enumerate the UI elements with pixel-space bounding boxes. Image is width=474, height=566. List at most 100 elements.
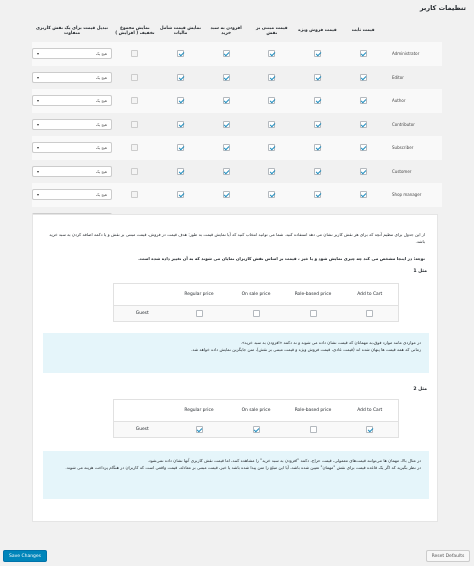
show-discount-checkbox[interactable]	[131, 191, 139, 199]
ex2-header-empty	[113, 399, 171, 422]
role-name: Customer	[392, 168, 412, 174]
ex1-cart-checkbox[interactable]	[366, 310, 374, 317]
add-to-cart-checkbox[interactable]	[222, 191, 230, 199]
ex2-header-sale: On sale price	[227, 399, 285, 422]
show-discount-checkbox[interactable]	[131, 73, 139, 81]
show-discount-checkbox[interactable]	[131, 50, 139, 58]
convert-role-select[interactable]: ▾ هیچ یک	[32, 95, 112, 107]
regular-price-checkbox[interactable]	[359, 144, 367, 152]
regular-price-checkbox[interactable]	[359, 73, 367, 81]
page-title: تنظیمات کاربر	[419, 4, 466, 12]
ex1-header-sale: On sale price	[227, 283, 285, 306]
sale-price-checkbox[interactable]	[313, 120, 321, 128]
show-discount-checkbox[interactable]	[131, 97, 139, 105]
chevron-down-icon: ▾	[37, 192, 40, 198]
add-to-cart-checkbox[interactable]	[222, 50, 230, 58]
role-name: Subscriber	[386, 136, 442, 160]
show-tax-checkbox[interactable]	[176, 120, 184, 128]
show-discount-checkbox[interactable]	[131, 167, 139, 175]
reset-defaults-button[interactable]: Reset Defaults	[426, 550, 470, 562]
role-based-price-checkbox[interactable]	[268, 144, 276, 152]
ex1-header-cart: Add to Cart	[341, 283, 399, 306]
show-discount-checkbox[interactable]	[131, 120, 139, 128]
intro-text: از این جدول برای تنظیم آنچه که برای هر ن…	[49, 232, 425, 244]
sale-price-checkbox[interactable]	[313, 167, 321, 175]
convert-role-value: هیچ یک	[95, 74, 107, 80]
ex1-role-checkbox[interactable]	[309, 310, 317, 317]
role-based-price-checkbox[interactable]	[268, 120, 276, 128]
convert-role-select[interactable]: ▾ هیچ یک	[32, 142, 112, 154]
col-regular-price: قیمت ثابت	[351, 28, 375, 34]
role-row: ▾ هیچ یک Customer	[32, 160, 442, 184]
show-tax-checkbox[interactable]	[176, 73, 184, 81]
show-discount-checkbox[interactable]	[131, 144, 139, 152]
ex1-guest-row: Guest	[113, 305, 399, 322]
convert-role-select[interactable]: ▾ هیچ یک	[32, 189, 112, 201]
chevron-down-icon: ▾	[37, 74, 40, 80]
sale-price-checkbox[interactable]	[313, 73, 321, 81]
ex2-regular-checkbox[interactable]	[195, 426, 203, 433]
show-tax-checkbox[interactable]	[176, 50, 184, 58]
role-name: Shop manager	[386, 183, 442, 207]
convert-role-value: هیچ یک	[95, 192, 107, 198]
role-based-price-checkbox[interactable]	[268, 73, 276, 81]
regular-price-checkbox[interactable]	[359, 167, 367, 175]
save-changes-button[interactable]: Save Changes	[3, 550, 47, 562]
role-based-price-checkbox[interactable]	[268, 50, 276, 58]
roles-table-header: تبدیل قیمت برای یک نقش کاربری متفاوت نما…	[32, 20, 442, 42]
convert-role-select[interactable]: ▾ هیچ یک	[32, 165, 112, 177]
show-tax-checkbox[interactable]	[176, 97, 184, 105]
ex1-regular-checkbox[interactable]	[195, 310, 203, 317]
regular-price-checkbox[interactable]	[359, 120, 367, 128]
help-notice: از این جدول برای تنظیم آنچه که برای هر ن…	[32, 214, 438, 522]
role-based-price-checkbox[interactable]	[268, 191, 276, 199]
show-tax-checkbox[interactable]	[176, 191, 184, 199]
role-name: Editor	[392, 74, 404, 80]
role-row: ▾ هیچ یک Contributor	[32, 113, 442, 137]
col-show-tax: نمایش قیمت شامل مالیات	[159, 25, 202, 37]
ex2-text-1: در مثال بالا، مهمان ها می‌توانند قیمت‌ها…	[147, 458, 421, 463]
convert-role-select[interactable]: ▾ هیچ یک	[32, 118, 112, 130]
show-tax-checkbox[interactable]	[176, 144, 184, 152]
ex1-header-role: Role-based price	[284, 283, 342, 306]
chevron-down-icon: ▾	[37, 51, 40, 57]
convert-role-select[interactable]: ▾ هیچ یک	[32, 71, 112, 83]
add-to-cart-checkbox[interactable]	[222, 120, 230, 128]
convert-role-value: هیچ یک	[95, 98, 107, 104]
chevron-down-icon: ▾	[37, 121, 40, 127]
chevron-down-icon: ▾	[37, 98, 40, 104]
convert-role-select[interactable]: ▾ هیچ یک	[32, 48, 112, 60]
sale-price-checkbox[interactable]	[313, 97, 321, 105]
sale-price-checkbox[interactable]	[313, 144, 321, 152]
ex2-role-checkbox[interactable]	[309, 426, 317, 433]
ex1-guest-label: Guest	[113, 305, 171, 322]
regular-price-checkbox[interactable]	[359, 97, 367, 105]
regular-price-checkbox[interactable]	[359, 50, 367, 58]
col-show-discount: نمایش مجموع تخفیف ( افزایش )	[115, 25, 155, 37]
col-sale-price: قیمت فروش ویژه	[298, 28, 337, 34]
role-row: ▾ هیچ یک Editor	[32, 66, 442, 90]
example-1-table: Regular price On sale price Role-based p…	[113, 283, 399, 322]
ex1-text-1: در مواردی مانند موارد فوق،به مهمانان که …	[240, 340, 421, 345]
ex2-header-cart: Add to Cart	[341, 399, 399, 422]
convert-role-value: هیچ یک	[95, 121, 107, 127]
add-to-cart-checkbox[interactable]	[222, 144, 230, 152]
add-to-cart-checkbox[interactable]	[222, 167, 230, 175]
show-tax-checkbox[interactable]	[176, 167, 184, 175]
ex2-cart-checkbox[interactable]	[366, 426, 374, 433]
add-to-cart-checkbox[interactable]	[222, 97, 230, 105]
ex1-sale-checkbox[interactable]	[252, 310, 260, 317]
role-name: Author	[386, 89, 442, 113]
add-to-cart-checkbox[interactable]	[222, 73, 230, 81]
ex2-sale-checkbox[interactable]	[252, 426, 260, 433]
role-name: Administrator	[386, 42, 442, 66]
example-2-table: Regular price On sale price Role-based p…	[113, 399, 399, 438]
sale-price-checkbox[interactable]	[313, 50, 321, 58]
note-text: توجه: در اینجا مشخص می کند چه چیزی نمایش…	[138, 256, 425, 261]
ex2-guest-row: Guest	[113, 421, 399, 438]
sale-price-checkbox[interactable]	[313, 191, 321, 199]
chevron-down-icon: ▾	[37, 145, 40, 151]
role-based-price-checkbox[interactable]	[268, 97, 276, 105]
regular-price-checkbox[interactable]	[359, 191, 367, 199]
role-based-price-checkbox[interactable]	[268, 167, 276, 175]
